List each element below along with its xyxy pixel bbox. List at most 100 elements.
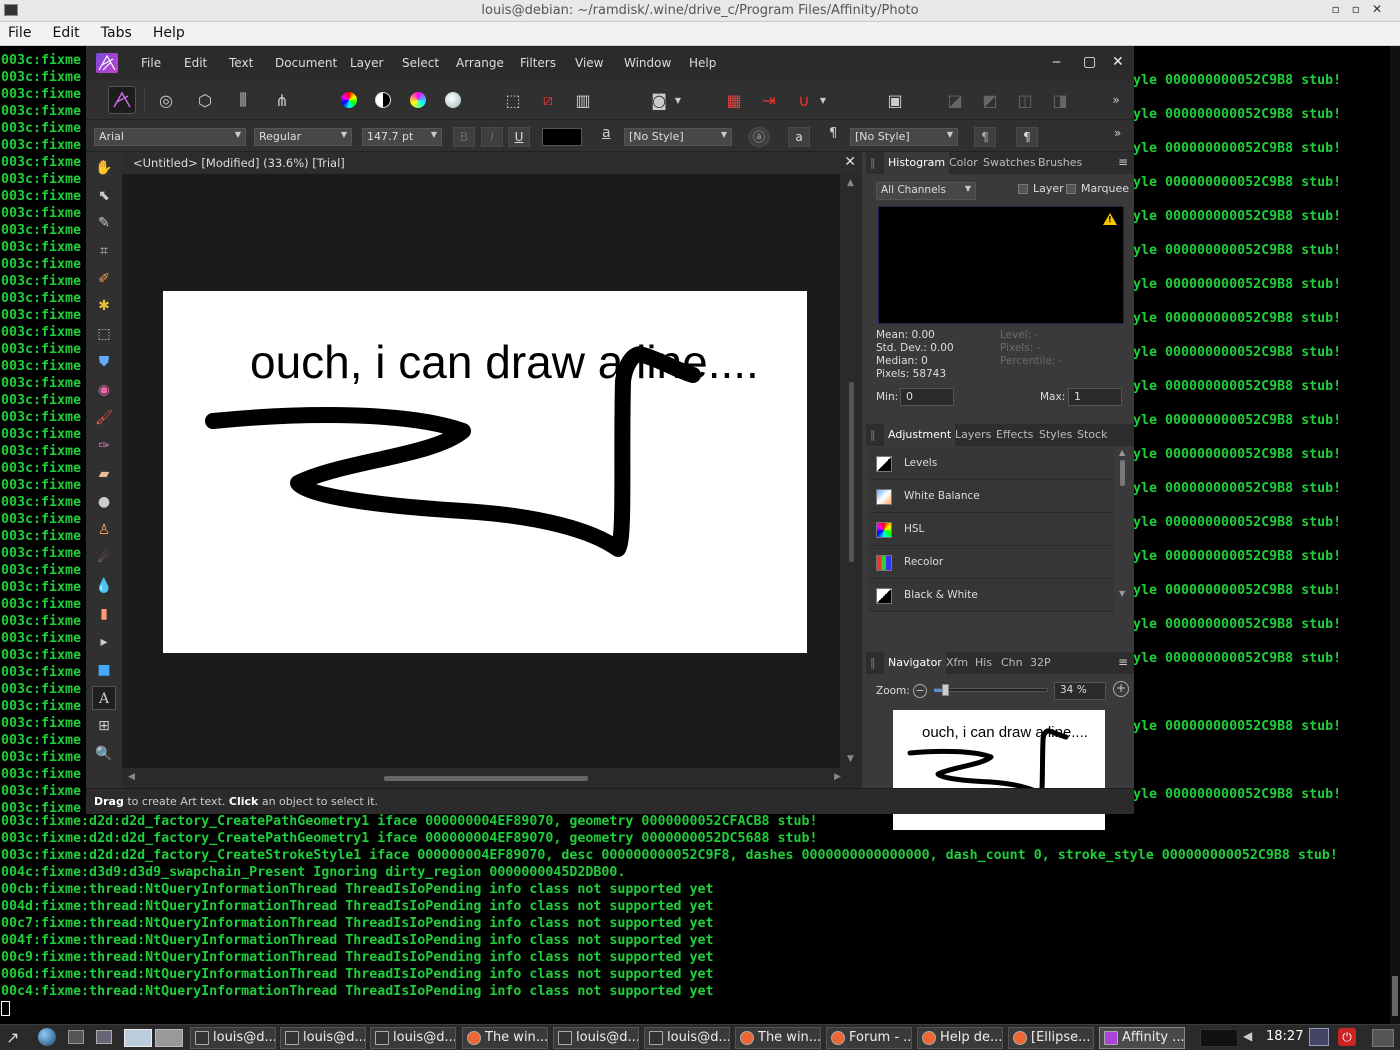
menu-file[interactable]: File — [141, 56, 161, 70]
taskbar-item[interactable]: [Ellipse... — [1008, 1027, 1094, 1049]
menu-arrange[interactable]: Arrange — [456, 56, 504, 70]
tab-histogram[interactable]: Histogram — [884, 152, 950, 174]
tab-navigator[interactable]: Navigator — [884, 652, 946, 674]
taskbar-item[interactable]: Help de... — [917, 1027, 1003, 1049]
gradient-tool-icon[interactable]: ◉ — [92, 378, 116, 402]
taskbar-item[interactable]: louis@d... — [644, 1027, 730, 1049]
tab-swatches[interactable]: Swatches — [983, 156, 1036, 169]
auto-contrast-icon[interactable] — [369, 86, 397, 114]
tab-brushes[interactable]: Brushes — [1038, 156, 1082, 169]
network-icon[interactable] — [1309, 1028, 1329, 1046]
terminal-window-controls[interactable]: ▫▫✕ — [1332, 2, 1394, 16]
taskbar-item[interactable]: louis@d... — [370, 1027, 456, 1049]
menu-layer[interactable]: Layer — [350, 56, 383, 70]
italic-button[interactable]: I — [481, 127, 503, 147]
pen-tool-icon[interactable]: ▸ — [92, 630, 116, 654]
adjustment-black-white[interactable]: Black & White — [868, 580, 1114, 612]
move-tool-icon[interactable]: ⬉ — [92, 184, 116, 208]
tab-stock[interactable]: Stock — [1077, 428, 1107, 441]
font-family-dropdown[interactable]: Arial ▼ — [94, 128, 246, 146]
canvas-vertical-scrollbar[interactable]: ▲ ▼ — [840, 174, 862, 768]
mesh-warp-tool-icon[interactable]: ⊞ — [92, 714, 116, 738]
font-size-dropdown[interactable]: 147.7 pt ▼ — [362, 128, 442, 146]
taskbar-item[interactable]: Affinity ... — [1099, 1027, 1185, 1049]
menu-window[interactable]: Window — [624, 56, 671, 70]
marquee-checkbox[interactable] — [1066, 184, 1076, 194]
min-input[interactable]: 0 — [900, 388, 954, 406]
taskbar-item[interactable]: The win... — [462, 1027, 548, 1049]
snapping-icon[interactable]: ⇥ — [755, 86, 783, 114]
menu-filters[interactable]: Filters — [520, 56, 556, 70]
show-desktop-icon[interactable] — [96, 1030, 112, 1044]
tab-adjustment[interactable]: Adjustment — [884, 424, 956, 446]
zoom-tool-icon[interactable]: 🔍 — [92, 742, 116, 766]
quick-mask-icon[interactable]: ◙ — [645, 86, 673, 114]
bold-button[interactable]: B — [453, 127, 475, 147]
text-tool-icon[interactable]: A — [92, 686, 116, 710]
adjustment-scrollbar[interactable]: ▲ ▼ — [1118, 448, 1128, 598]
workspace-1[interactable] — [124, 1029, 152, 1047]
paragraph-style-dropdown[interactable]: [No Style] ▼ — [850, 128, 958, 146]
dodge-tool-icon[interactable]: ● — [92, 490, 116, 514]
zoom-in-icon[interactable]: + — [1113, 681, 1129, 697]
export-persona-icon[interactable]: ⋔ — [268, 86, 296, 114]
channel-dropdown[interactable]: All Channels ▼ — [876, 182, 976, 200]
terminal-menu-edit[interactable]: Edit — [45, 22, 88, 41]
minimize-icon[interactable]: ‒ — [1052, 54, 1061, 70]
panel-menu-icon[interactable]: ≡ — [1118, 155, 1128, 169]
photo-persona-icon[interactable] — [108, 86, 136, 114]
grid-icon[interactable]: ▦ — [720, 86, 748, 114]
color-picker-tool-icon[interactable]: ✎ — [92, 211, 116, 235]
flood-fill-tool-icon[interactable]: ⛊ — [92, 350, 116, 374]
tab-history[interactable]: His — [975, 656, 992, 669]
underline-button[interactable]: U — [508, 127, 530, 147]
marquee-tool-icon[interactable]: ⬚ — [92, 322, 116, 346]
document-canvas[interactable]: ouch, i can draw a line.... — [163, 291, 807, 653]
close-icon[interactable]: ✕ — [1112, 54, 1124, 70]
taskbar-item[interactable]: The win... — [735, 1027, 821, 1049]
terminal-menu-tabs[interactable]: Tabs — [93, 22, 140, 41]
canvas-area[interactable]: ouch, i can draw a line.... — [122, 174, 840, 768]
tab-color[interactable]: Color — [949, 156, 978, 169]
tone-mapping-persona-icon[interactable]: ⫼ — [229, 86, 257, 114]
browser-launcher-icon[interactable] — [38, 1028, 56, 1046]
arrange-front-icon[interactable]: ◨ — [1046, 86, 1074, 114]
menu-text[interactable]: Text — [229, 56, 253, 70]
adjustment-recolor[interactable]: Recolor — [868, 547, 1114, 579]
paragraph-style-button[interactable]: ¶ — [1016, 127, 1038, 147]
canvas-horizontal-scrollbar[interactable]: ◀ ▶ — [122, 768, 862, 788]
menu-edit[interactable]: Edit — [184, 56, 207, 70]
magnet-icon[interactable]: ∪ — [790, 86, 818, 114]
develop-persona-icon[interactable]: ⬡ — [191, 86, 219, 114]
taskbar-item[interactable]: louis@d... — [190, 1027, 276, 1049]
erase-tool-icon[interactable]: ▰ — [92, 462, 116, 486]
clear-character-style-button[interactable]: ⓐ — [748, 127, 770, 147]
layer-checkbox[interactable] — [1018, 184, 1028, 194]
snapping-dropdown-icon[interactable]: ▼ — [816, 86, 830, 114]
tab-channels[interactable]: Chn — [1001, 656, 1023, 669]
crop-tool-icon[interactable]: ⌗ — [92, 239, 116, 263]
selection-brush-tool-icon[interactable]: ✐ — [92, 267, 116, 291]
tab-layers[interactable]: Layers — [955, 428, 991, 441]
terminal-menu-file[interactable]: File — [0, 22, 39, 41]
character-style-dropdown[interactable]: [No Style] ▼ — [624, 128, 732, 146]
taskbar-item[interactable]: Forum - ... — [826, 1027, 912, 1049]
adjustment-levels[interactable]: Levels — [868, 448, 1114, 480]
adjustment-hsl[interactable]: HSL — [868, 514, 1114, 546]
menu-help[interactable]: Help — [689, 56, 716, 70]
arrange-icon[interactable]: ◪ — [941, 86, 969, 114]
healing-brush-tool-icon[interactable]: ▮ — [92, 602, 116, 626]
tab-32p[interactable]: 32P — [1030, 656, 1051, 669]
assistant-icon[interactable]: ▣ — [881, 86, 909, 114]
character-style-button[interactable]: a — [788, 127, 810, 147]
max-input[interactable]: 1 — [1068, 388, 1122, 406]
blur-tool-icon[interactable]: 💧 — [92, 574, 116, 598]
adjustment-white-balance[interactable]: White Balance — [868, 481, 1114, 513]
menu-select[interactable]: Select — [402, 56, 439, 70]
rectangle-tool-icon[interactable]: ■ — [92, 658, 116, 682]
invert-selection-icon[interactable]: ▥ — [569, 86, 597, 114]
document-tab[interactable]: <Untitled> [Modified] (33.6%) [Trial] ✕ — [122, 152, 862, 174]
arrange-back-icon[interactable]: ◩ — [976, 86, 1004, 114]
context-overflow-icon[interactable]: » — [1114, 126, 1121, 140]
flood-select-tool-icon[interactable]: ✱ — [92, 294, 116, 318]
